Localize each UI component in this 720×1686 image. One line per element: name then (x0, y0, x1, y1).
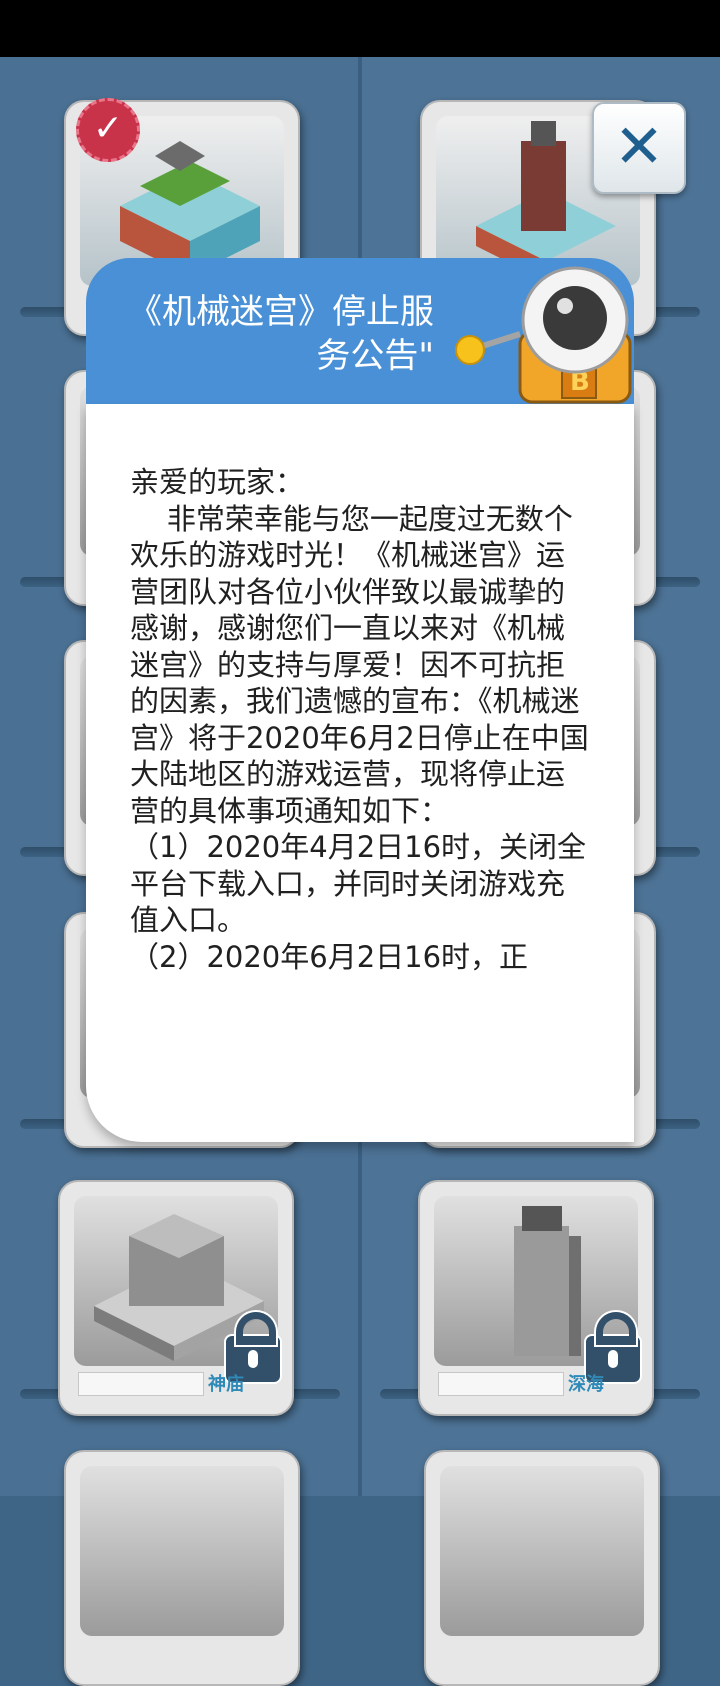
level-card-temple[interactable]: 神庙 (58, 1180, 294, 1416)
close-button[interactable]: ✕ (592, 102, 686, 194)
notice-text: 亲爱的玩家： 非常荣幸能与您一起度过无数个欢乐的游戏时光！《机械迷宫》运营团队对… (130, 465, 589, 974)
close-icon: ✕ (613, 112, 665, 182)
completed-check-icon: ✓ (76, 98, 140, 162)
level-card-12[interactable] (424, 1450, 660, 1686)
level-card-11[interactable] (64, 1450, 300, 1686)
level-name: 神庙 (208, 1374, 244, 1394)
robot-mascot-icon: B (455, 266, 632, 404)
status-bar (0, 0, 720, 57)
notice-body[interactable]: 亲爱的玩家： 非常荣幸能与您一起度过无数个欢乐的游戏时光！《机械迷宫》运营团队对… (86, 404, 634, 1142)
level-name: 深海 (568, 1374, 604, 1394)
notice-title: 《机械迷宫》停止服务公告" (128, 292, 434, 376)
level-card-deep-sea[interactable]: 深海 (418, 1180, 654, 1416)
notice-scroll-area[interactable]: 亲爱的玩家： 非常荣幸能与您一起度过无数个欢乐的游戏时光！《机械迷宫》运营团队对… (130, 464, 590, 1112)
